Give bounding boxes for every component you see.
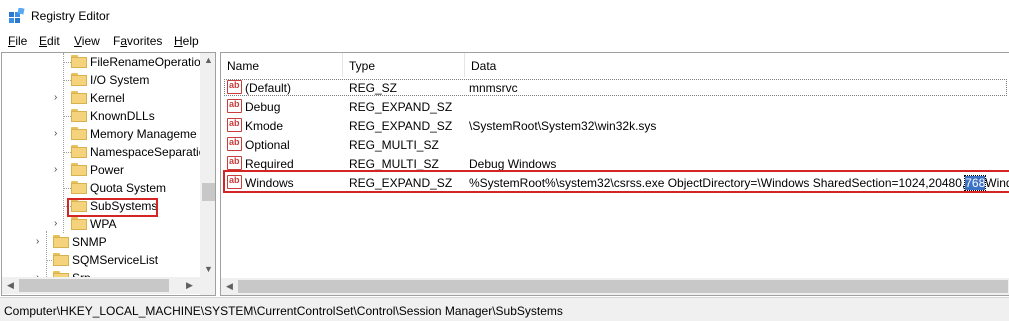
value-name: Optional — [245, 138, 290, 152]
column-header-data[interactable]: Data — [465, 53, 1009, 77]
scroll-up-arrow-icon[interactable]: ▲ — [204, 55, 213, 65]
tree-item-quota-system[interactable]: Quota System — [2, 179, 202, 197]
tree-item-sqmservicelist[interactable]: SQMServiceList — [2, 251, 202, 269]
tree-item-io-system[interactable]: I/O System — [2, 71, 202, 89]
value-type: REG_EXPAND_SZ — [349, 119, 453, 133]
chevron-right-icon[interactable]: › — [54, 128, 57, 139]
column-header-name[interactable]: Name — [221, 53, 342, 77]
value-data: \SystemRoot\System32\win32k.sys — [469, 119, 657, 133]
tree-vertical-scrollbar[interactable]: ▲ ▼ — [200, 53, 215, 295]
tree-item-label: WPA — [90, 217, 117, 231]
windows-row-highlight-box — [223, 170, 1009, 193]
value-type: REG_MULTI_SZ — [349, 138, 439, 152]
chevron-right-icon[interactable]: › — [54, 92, 57, 103]
folder-icon — [53, 235, 69, 248]
folder-icon — [71, 109, 87, 122]
value-data: mnmsrvc — [469, 81, 518, 95]
scroll-down-arrow-icon[interactable]: ▼ — [204, 264, 213, 274]
tree-item-knowndlls[interactable]: KnownDLLs — [2, 107, 202, 125]
chevron-right-icon[interactable]: › — [54, 218, 57, 229]
scroll-right-arrow-icon[interactable]: ▶ — [186, 280, 193, 291]
menu-help[interactable]: Help — [174, 34, 199, 48]
status-bar: Computer\HKEY_LOCAL_MACHINE\SYSTEM\Curre… — [0, 297, 1009, 321]
subsystems-highlight-box — [67, 198, 158, 217]
tree-item-label: Kernel — [90, 91, 125, 105]
tree-item-memory-management[interactable]: › Memory Manageme — [2, 125, 202, 143]
menu-view[interactable]: View — [74, 34, 100, 48]
window-title: Registry Editor — [31, 9, 110, 23]
folder-icon — [71, 127, 87, 140]
value-name: Debug — [245, 100, 281, 114]
tree-item-filerenameoperations[interactable]: FileRenameOperatio — [2, 53, 202, 71]
folder-icon — [53, 253, 69, 266]
tree-item-label: I/O System — [90, 73, 150, 87]
value-row-default[interactable]: ab (Default) REG_SZ mnmsrvc — [221, 78, 1009, 97]
focus-outline — [224, 79, 1007, 96]
tree-item-namespaceseparation[interactable]: NamespaceSeparatic — [2, 143, 205, 161]
tree-item-label: KnownDLLs — [90, 109, 155, 123]
folder-icon — [71, 163, 87, 176]
scroll-left-arrow-icon[interactable]: ◀ — [226, 281, 233, 292]
tree-item-kernel[interactable]: › Kernel — [2, 89, 202, 107]
string-value-icon: ab — [227, 80, 242, 94]
tree-item-label: Quota System — [90, 181, 167, 195]
scrollbar-corner — [200, 277, 215, 294]
value-type: REG_EXPAND_SZ — [349, 100, 453, 114]
folder-icon — [71, 217, 87, 230]
folder-icon — [71, 91, 87, 104]
value-row-optional[interactable]: ab Optional REG_MULTI_SZ — [221, 135, 1009, 154]
string-value-icon: ab — [227, 118, 242, 132]
tree-item-label: SQMServiceList — [72, 253, 159, 267]
folder-icon — [71, 55, 87, 68]
string-value-icon: ab — [227, 137, 242, 151]
column-header-type[interactable]: Type — [343, 53, 464, 77]
scroll-thumb[interactable] — [202, 183, 215, 201]
folder-icon — [71, 73, 87, 86]
value-type: REG_MULTI_SZ — [349, 157, 439, 171]
value-name: Kmode — [245, 119, 284, 133]
value-data: Debug Windows — [469, 157, 557, 171]
folder-icon — [71, 181, 87, 194]
value-name: (Default) — [245, 81, 292, 95]
chevron-right-icon[interactable]: › — [36, 236, 39, 247]
scroll-thumb[interactable] — [19, 279, 169, 292]
chevron-right-icon[interactable]: › — [54, 164, 57, 175]
value-row-debug[interactable]: ab Debug REG_EXPAND_SZ — [221, 97, 1009, 116]
string-value-icon: ab — [227, 99, 242, 113]
list-horizontal-scrollbar[interactable]: ◀ — [221, 278, 1009, 295]
string-value-icon: ab — [227, 156, 242, 170]
title-bar: Registry Editor — [0, 0, 1009, 31]
tree-item-label: FileRenameOperatio — [90, 55, 201, 69]
tree-item-label: SNMP — [72, 235, 107, 249]
tree-item-power[interactable]: › Power — [2, 161, 202, 179]
scroll-thumb[interactable] — [238, 280, 1008, 293]
scroll-left-arrow-icon[interactable]: ◀ — [7, 280, 14, 291]
tree-item-label: Power — [90, 163, 125, 177]
tree-item-wpa[interactable]: › WPA — [2, 215, 202, 233]
tree-horizontal-scrollbar[interactable]: ◀ ▶ — [2, 277, 200, 294]
tree-item-snmp[interactable]: › SNMP — [2, 233, 202, 251]
tree-item-label: NamespaceSeparatic — [90, 145, 205, 159]
tree-item-label: Memory Manageme — [90, 127, 197, 141]
value-name: Required — [245, 157, 294, 171]
menu-favorites[interactable]: Favorites — [113, 34, 162, 48]
value-type: REG_SZ — [349, 81, 398, 95]
menu-edit[interactable]: Edit — [39, 34, 60, 48]
menu-bar: File Edit View Favorites Help — [0, 31, 1009, 51]
value-row-kmode[interactable]: ab Kmode REG_EXPAND_SZ \SystemRoot\Syste… — [221, 116, 1009, 135]
menu-file[interactable]: File — [8, 34, 27, 48]
registry-editor-icon — [9, 8, 25, 23]
folder-icon — [71, 145, 87, 158]
registry-path: Computer\HKEY_LOCAL_MACHINE\SYSTEM\Curre… — [4, 304, 563, 318]
key-tree[interactable]: FileRenameOperatio I/O System › Kernel K… — [1, 52, 216, 296]
